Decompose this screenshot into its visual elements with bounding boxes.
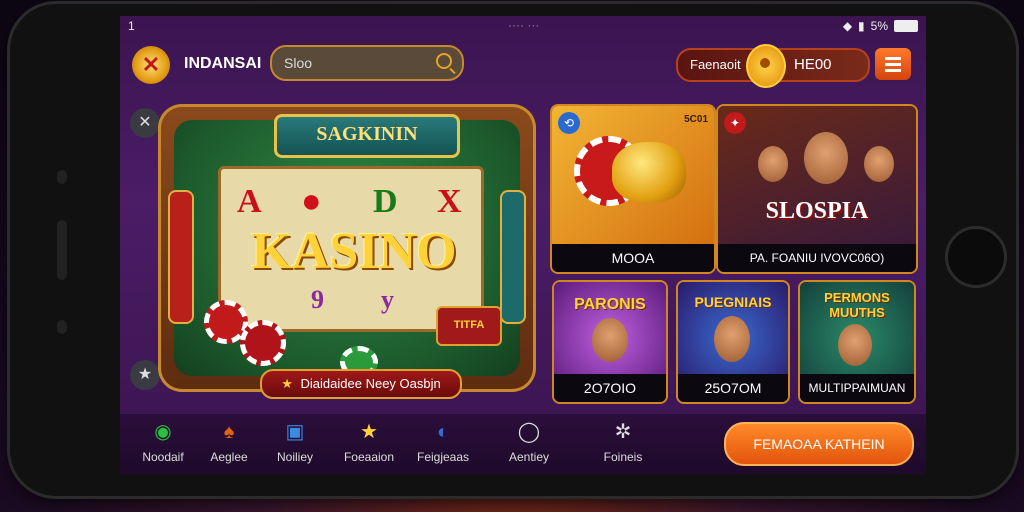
badge-icon: ⟲: [558, 112, 580, 134]
game-card-slospia[interactable]: ✦ SLOSPIA PA. FOANIU IVOVC06O): [716, 104, 918, 274]
nav-label: Foineis: [603, 450, 643, 464]
nav-item-foineis[interactable]: ✲ Foineis: [588, 420, 658, 464]
reel-symbol-y: y: [381, 285, 394, 314]
character-face: [714, 316, 750, 362]
home-button[interactable]: [945, 226, 1007, 288]
card-title: SLOSPIA: [765, 198, 869, 224]
coin-icon: [746, 44, 786, 88]
book-icon: ▣: [285, 421, 305, 443]
status-bar: 1 ···· ··· ◆ ▮ 5%: [120, 16, 926, 38]
signal-icon: ▮: [858, 19, 865, 33]
star-icon: ★: [360, 421, 378, 443]
left-panel: [168, 190, 194, 324]
battery-icon: [894, 20, 918, 32]
controller-icon: ◉: [154, 421, 172, 443]
logo-icon[interactable]: ✕: [132, 46, 170, 84]
character-face: [838, 324, 872, 366]
nav-item-aentiey[interactable]: ◯ Aentiey: [494, 420, 564, 464]
card-caption: MOOA: [552, 244, 714, 272]
reel-symbol-a: A: [237, 183, 262, 220]
featured-button-label: Diaidaidee Neey Oasbjn: [300, 376, 441, 391]
app-screen: 1 ···· ··· ◆ ▮ 5% ✕ INDANSAI Sloo Faenao…: [120, 16, 926, 474]
side-speaker: [57, 220, 67, 280]
badge-icon: ✦: [724, 112, 746, 134]
gear-icon: ✲: [614, 421, 632, 443]
nav-label: Foeaaion: [343, 450, 395, 464]
card-badge: 5C01: [684, 114, 708, 125]
star-icon: ★: [281, 376, 293, 391]
play-now-button[interactable]: FEMAOAA KATHEIN: [724, 422, 914, 466]
card-title: PARONIS: [574, 296, 646, 313]
nav-label: Feigjeaas: [416, 450, 470, 464]
status-icons: ◆ ▮ 5%: [843, 19, 918, 33]
game-title: KASINO: [251, 223, 457, 280]
balance-value: HE00: [794, 56, 832, 73]
reel-symbol-d: D: [373, 183, 398, 220]
game-card-paronis[interactable]: PARONIS 2O7OIO: [552, 280, 668, 404]
chip-stack: TITFA: [436, 306, 502, 346]
nav-label: Aentiey: [508, 450, 550, 464]
nav-item-noiliey[interactable]: ▣ Noiliey: [260, 420, 330, 464]
card-art: PARONIS: [554, 282, 666, 374]
card-caption: 2O7OIO: [554, 374, 666, 402]
nav-item-noodaif[interactable]: ◉ Noodaif: [128, 420, 198, 464]
featured-game[interactable]: SAGKININ A ● D X 9 y KASINO TITFA ★ Diai…: [158, 104, 536, 399]
card-title: PERMONS MUUTHS: [824, 290, 890, 320]
character-face-2: [758, 146, 788, 182]
nav-item-aeglee[interactable]: ♠ Aeglee: [194, 420, 264, 464]
globe-icon: ◐: [436, 421, 450, 443]
nav-label: Noodaif: [142, 450, 184, 464]
favorite-button[interactable]: ★: [130, 360, 160, 390]
reel-symbol-x: X: [437, 183, 462, 220]
close-button[interactable]: ✕: [130, 108, 160, 138]
card-caption: MULTIPPAIMUAN: [800, 374, 914, 402]
card-art: PUEGNIAIS: [678, 282, 788, 374]
brand-name: INDANSAI: [184, 55, 262, 72]
cherry-icon: ●: [301, 183, 322, 220]
game-card-bell[interactable]: ⟲ 5C01 MOOA: [550, 104, 716, 274]
top-header: ✕ INDANSAI Sloo Faenaoit HE00: [120, 40, 926, 90]
card-art: ⟲ 5C01: [552, 106, 714, 244]
card-caption: PA. FOANIU IVOVC06O): [718, 244, 916, 272]
bell-icon: [612, 142, 686, 202]
red-chip-icon-2: [240, 320, 286, 366]
balance-pill[interactable]: Faenaoit HE00: [676, 44, 870, 88]
search-icon[interactable]: [436, 53, 452, 69]
character-face-3: [864, 146, 894, 182]
wifi-icon: ◆: [842, 19, 853, 33]
card-title: PUEGNIAIS: [694, 294, 772, 310]
featured-play-button[interactable]: ★ Diaidaidee Neey Oasbjn: [260, 369, 462, 399]
featured-banner: SAGKININ: [274, 114, 460, 158]
balance-label: Faenaoit: [690, 57, 741, 72]
search-input[interactable]: Sloo: [270, 45, 464, 81]
status-dots: ···· ···: [508, 18, 540, 32]
side-sensor: [57, 170, 67, 184]
nav-item-feigjeaas[interactable]: ◐ Feigjeaas: [408, 420, 478, 464]
card-caption: 25O7OM: [678, 374, 788, 402]
status-time: 1: [128, 19, 135, 33]
search-placeholder: Sloo: [284, 55, 313, 71]
character-face: [592, 318, 628, 362]
game-table: SAGKININ A ● D X 9 y KASINO TITFA: [168, 114, 526, 378]
menu-button[interactable]: [875, 48, 911, 80]
nav-item-foeaaion[interactable]: ★ Foeaaion: [334, 420, 404, 464]
game-card-permons[interactable]: PERMONS MUUTHS MULTIPPAIMUAN: [798, 280, 916, 404]
game-card-puegniais[interactable]: PUEGNIAIS 25O7OM: [676, 280, 790, 404]
side-sensor-2: [57, 320, 67, 334]
battery-percent: 5%: [870, 19, 888, 33]
nav-label: Noiliey: [276, 450, 313, 464]
reel-symbol-9: 9: [311, 285, 324, 314]
nav-label: Aeglee: [210, 450, 248, 464]
cards-icon: ♠: [223, 421, 235, 443]
phone-frame: 1 ···· ··· ◆ ▮ 5% ✕ INDANSAI Sloo Faenao…: [10, 4, 1016, 496]
ring-icon: ◯: [517, 421, 541, 443]
card-art: ✦ SLOSPIA: [718, 106, 916, 244]
bottom-nav: ◉ Noodaif ♠ Aeglee ▣ Noiliey ★ Foeaaion …: [120, 414, 926, 474]
chip-stack-label: TITFA: [453, 319, 485, 331]
character-face: [804, 132, 848, 184]
card-art: PERMONS MUUTHS: [800, 282, 914, 374]
